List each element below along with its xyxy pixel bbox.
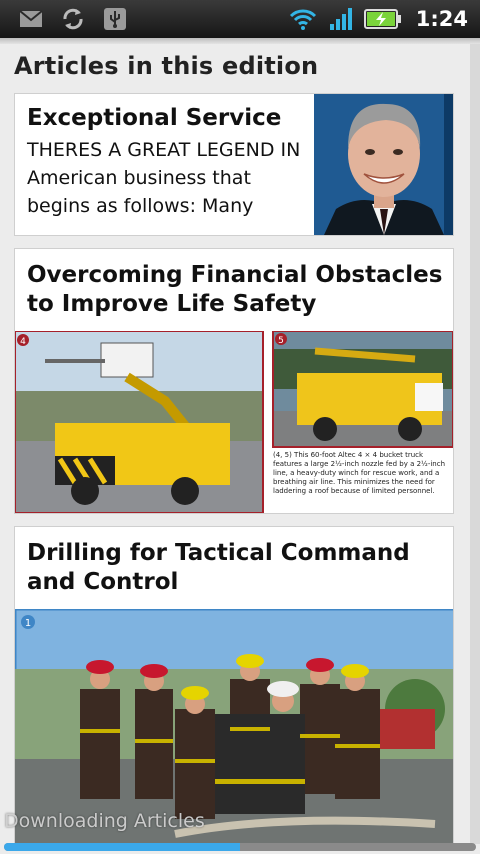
article-title: Drilling for Tactical Command and Contro… — [27, 540, 410, 595]
photo-number: 5 — [278, 336, 284, 346]
sync-icon — [63, 8, 83, 30]
article-list[interactable]: Articles in this edition Exceptional Ser… — [0, 44, 470, 844]
page-title: Articles in this edition — [14, 52, 319, 80]
photo-number: 4 — [20, 337, 26, 347]
photo-caption: (4, 5) This 60-foot Altec 4 × 4 bucket t… — [273, 451, 446, 495]
scrollbar[interactable] — [470, 44, 480, 844]
article-thumbnail-portrait — [314, 94, 453, 235]
download-status-text: Downloading Articles — [4, 810, 205, 832]
usb-icon — [104, 8, 126, 30]
clock: 1:24 — [415, 7, 468, 31]
article-image-firefighters: 1 — [15, 609, 453, 844]
wifi-icon — [289, 9, 316, 30]
article-excerpt: THERES A GREAT LEGEND IN American busine… — [27, 139, 301, 217]
status-bar: 1:24 — [0, 0, 480, 38]
download-progress-bar — [4, 843, 476, 851]
signal-icon — [329, 8, 352, 30]
download-progress-fill — [4, 843, 240, 851]
photo-number: 1 — [25, 618, 31, 629]
article-title: Overcoming Financial Obstacles to Improv… — [27, 262, 443, 317]
article-card-financial-obstacles[interactable]: Overcoming Financial Obstacles to Improv… — [14, 248, 454, 514]
article-card-tactical-command[interactable]: Drilling for Tactical Command and Contro… — [14, 526, 454, 844]
article-card-exceptional-service[interactable]: Exceptional Service THERES A GREAT LEGEN… — [14, 93, 454, 236]
article-title: Exceptional Service — [27, 105, 282, 131]
battery-charging-icon — [363, 9, 401, 29]
mail-icon — [19, 10, 43, 27]
